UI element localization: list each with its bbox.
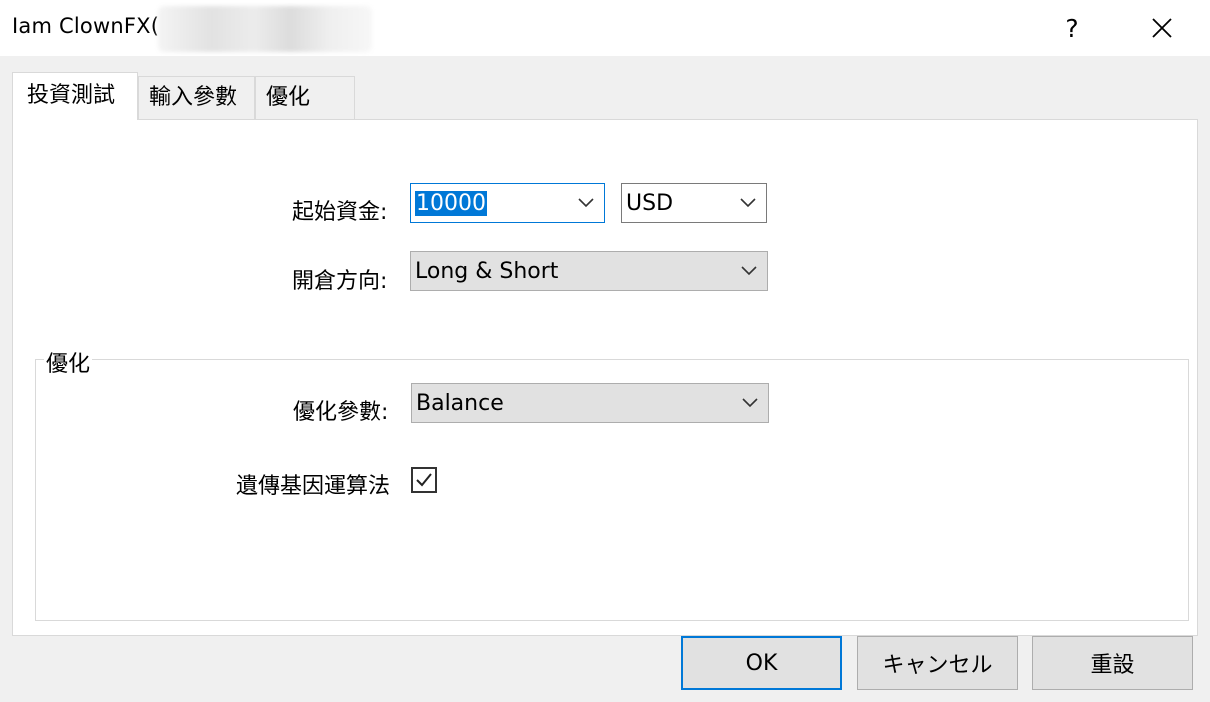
cancel-button[interactable]: キャンセル	[857, 636, 1018, 690]
title-bar: Iam ClownFX( ?	[0, 0, 1210, 56]
position-direction-value: Long & Short	[415, 258, 559, 284]
close-icon	[1152, 18, 1172, 38]
chevron-down-icon[interactable]	[730, 184, 766, 222]
window-title: Iam ClownFX(	[12, 14, 160, 38]
chevron-down-icon[interactable]	[732, 384, 768, 422]
help-icon: ?	[1065, 13, 1079, 43]
genetic-algorithm-label: 遺傳基因運算法	[236, 474, 391, 499]
optimization-param-label: 優化參數:	[293, 400, 389, 425]
ok-button[interactable]: OK	[681, 636, 842, 690]
initial-deposit-label: 起始資金:	[292, 200, 388, 225]
optimization-group: 優化 優化參數: Balance 遺傳基因運算法	[35, 346, 1189, 621]
chevron-down-icon[interactable]	[568, 184, 604, 222]
position-direction-combo[interactable]: Long & Short	[410, 251, 768, 291]
tab-inputs[interactable]: 輸入參數	[138, 76, 255, 119]
redacted-title-area	[158, 6, 372, 52]
optimization-param-value: Balance	[416, 390, 504, 416]
dialog-window: Iam ClownFX( ? 投資測試 輸入參數 優化 起始資金: 10000 …	[0, 0, 1210, 702]
genetic-algorithm-checkbox[interactable]	[411, 467, 437, 493]
tab-panel: 起始資金: 10000 USD 開倉方向: Long & Short 優化 優化…	[12, 119, 1198, 636]
currency-value: USD	[626, 190, 674, 216]
initial-deposit-value[interactable]: 10000	[415, 190, 487, 216]
optimization-group-legend: 優化	[44, 346, 93, 378]
reset-button[interactable]: 重設	[1032, 636, 1193, 690]
position-direction-label: 開倉方向:	[292, 269, 388, 294]
close-button[interactable]	[1140, 8, 1184, 48]
checkmark-icon	[416, 473, 432, 487]
chevron-down-icon[interactable]	[731, 252, 767, 290]
currency-combo[interactable]: USD	[621, 183, 767, 223]
tab-testing[interactable]: 投資測試	[12, 72, 138, 120]
initial-deposit-combo[interactable]: 10000	[410, 183, 605, 223]
tab-optimization[interactable]: 優化	[255, 76, 355, 119]
optimization-param-combo[interactable]: Balance	[411, 383, 769, 423]
help-button[interactable]: ?	[1050, 8, 1094, 48]
